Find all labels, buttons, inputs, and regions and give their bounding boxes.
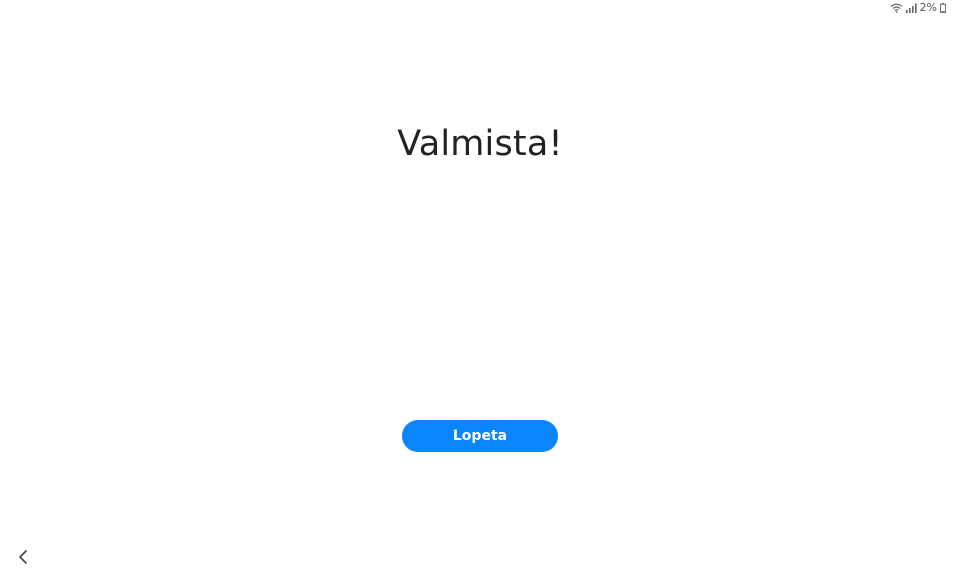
wifi-icon	[890, 3, 903, 13]
status-bar: 2%	[890, 0, 960, 16]
battery-icon	[940, 3, 946, 13]
chevron-left-icon	[18, 549, 28, 569]
finish-button[interactable]: Lopeta	[402, 420, 558, 452]
page-title: Valmista!	[397, 124, 563, 164]
back-button[interactable]	[12, 548, 34, 570]
signal-icon	[905, 3, 917, 13]
setup-complete-screen: 2% Valmista! Lopeta	[0, 0, 960, 576]
battery-percentage: 2%	[919, 1, 937, 14]
